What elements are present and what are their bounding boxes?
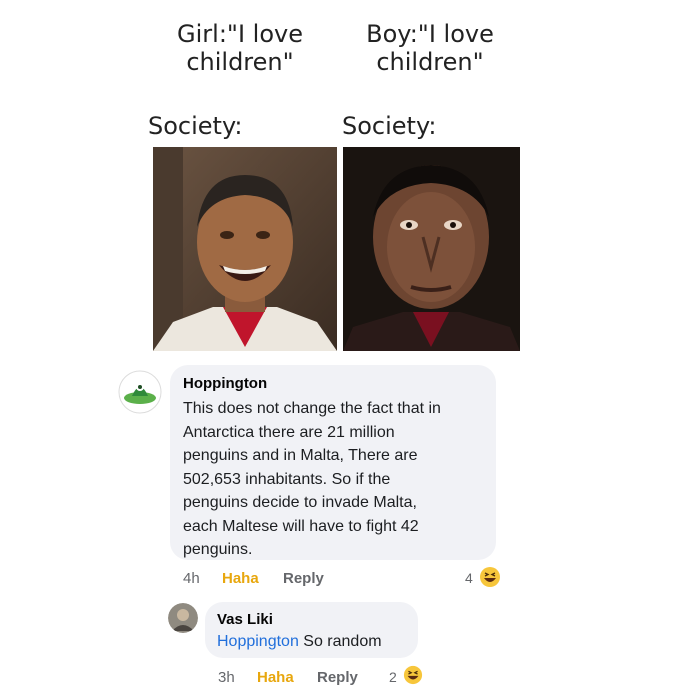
laughing-man-photo [153, 147, 337, 351]
comment-bubble-vas-liki[interactable]: Vas Liki Hoppington So random [205, 602, 418, 658]
reply-text: Hoppington So random [217, 633, 382, 651]
comment-text: This does not change the fact that in An… [183, 397, 441, 562]
left-caption: Girl:"I love children" [165, 20, 315, 76]
comment-author[interactable]: Hoppington [183, 375, 267, 392]
reply-actions: 3h Haha Reply [0, 669, 700, 689]
green-penguin-logo-icon [118, 370, 162, 414]
haha-reaction-button[interactable]: Haha [222, 570, 259, 587]
right-caption-line-2: children" [376, 48, 484, 76]
comment-text-line: penguins and in Malta, There are [183, 447, 418, 464]
comment-time[interactable]: 4h [183, 570, 200, 587]
comment-text-line: This does not change the fact that in [183, 400, 441, 417]
mention-link[interactable]: Hoppington [217, 633, 299, 650]
hoppington-avatar[interactable] [118, 370, 162, 414]
serious-man-icon [343, 147, 520, 351]
laughing-man-icon [153, 147, 337, 351]
reaction-count[interactable]: 2 [389, 669, 397, 685]
comment-text-line: penguins. [183, 541, 253, 558]
society-label-left: Society: [148, 112, 243, 140]
comment-actions: 4h Haha Reply [0, 570, 700, 590]
comment-text-line: penguins decide to invade Malta, [183, 494, 417, 511]
left-caption-line-1: Girl:"I love [177, 20, 303, 48]
society-label-right: Society: [342, 112, 437, 140]
comment-bubble-hoppington[interactable]: Hoppington This does not change the fact… [170, 365, 496, 560]
user-photo-icon [168, 603, 198, 633]
reply-time[interactable]: 3h [218, 669, 235, 686]
serious-man-photo [343, 147, 520, 351]
reply-text-body: So random [298, 633, 382, 650]
comment-text-line: each Maltese will have to fight 42 [183, 517, 419, 535]
comment-text-line: 502,653 inhabitants. So if the [183, 470, 391, 488]
laughing-emoji-icon [480, 567, 500, 587]
reply-button[interactable]: Reply [317, 669, 358, 686]
reaction-count[interactable]: 4 [465, 570, 473, 586]
haha-reaction-button[interactable]: Haha [257, 669, 294, 686]
reply-button[interactable]: Reply [283, 570, 324, 587]
comment-text-line: Antarctica there are 21 million [183, 423, 395, 441]
reply-author[interactable]: Vas Liki [217, 611, 273, 628]
laughing-emoji-icon [403, 665, 423, 685]
left-caption-line-2: children" [186, 48, 294, 76]
vas-liki-avatar[interactable] [168, 603, 198, 633]
right-caption: Boy:"I love children" [355, 20, 505, 76]
right-caption-line-1: Boy:"I love [366, 20, 494, 48]
